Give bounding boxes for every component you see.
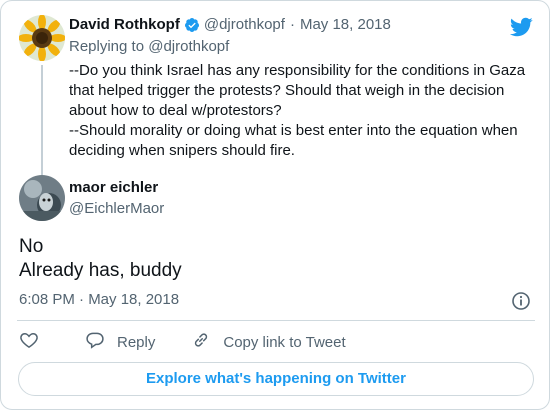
tweet-timestamp[interactable]: 6:08 PM · May 18, 2018 <box>19 291 179 308</box>
verified-badge-icon <box>184 17 200 33</box>
heart-icon <box>19 330 39 354</box>
like-button[interactable] <box>19 330 39 354</box>
speech-bubble-icon <box>85 330 105 354</box>
main-tweet-text: No Already has, buddy <box>19 236 182 281</box>
parent-tweet-header: David Rothkopf @djrothkopf · May 18, 201… <box>69 13 535 37</box>
parent-author-name[interactable]: David Rothkopf <box>69 13 180 37</box>
explore-twitter-button[interactable]: Explore what's happening on Twitter <box>18 362 534 396</box>
parent-tweet-body: David Rothkopf @djrothkopf · May 18, 201… <box>69 13 535 161</box>
twitter-bird-icon[interactable] <box>509 15 533 39</box>
divider <box>17 320 535 321</box>
embedded-tweet-card: David Rothkopf @djrothkopf · May 18, 201… <box>0 0 550 410</box>
parent-handle[interactable]: @djrothkopf <box>204 13 285 37</box>
link-icon <box>191 330 211 354</box>
header-separator: · <box>289 16 295 33</box>
info-icon[interactable] <box>511 291 531 311</box>
parent-tweet-text: --Do you think Israel has any responsibi… <box>69 62 526 159</box>
thread-connector-line <box>41 65 43 175</box>
main-author-name[interactable]: maor eichler <box>69 179 158 196</box>
main-avatar[interactable] <box>19 175 65 221</box>
reply-button[interactable]: Reply <box>73 330 155 354</box>
parent-date[interactable]: May 18, 2018 <box>300 13 391 37</box>
main-handle[interactable]: @EichlerMaor <box>69 200 164 217</box>
parent-avatar[interactable] <box>19 15 65 61</box>
copy-link-button[interactable]: Copy link to Tweet <box>179 330 346 354</box>
reply-label: Reply <box>117 333 156 351</box>
replying-to-text: Replying to @djrothkopf <box>69 38 230 55</box>
tweet-actions: Reply Copy link to Tweet <box>19 331 346 353</box>
copy-link-label: Copy link to Tweet <box>223 333 346 351</box>
main-tweet-header: maor eichler @EichlerMaor <box>17 173 535 225</box>
